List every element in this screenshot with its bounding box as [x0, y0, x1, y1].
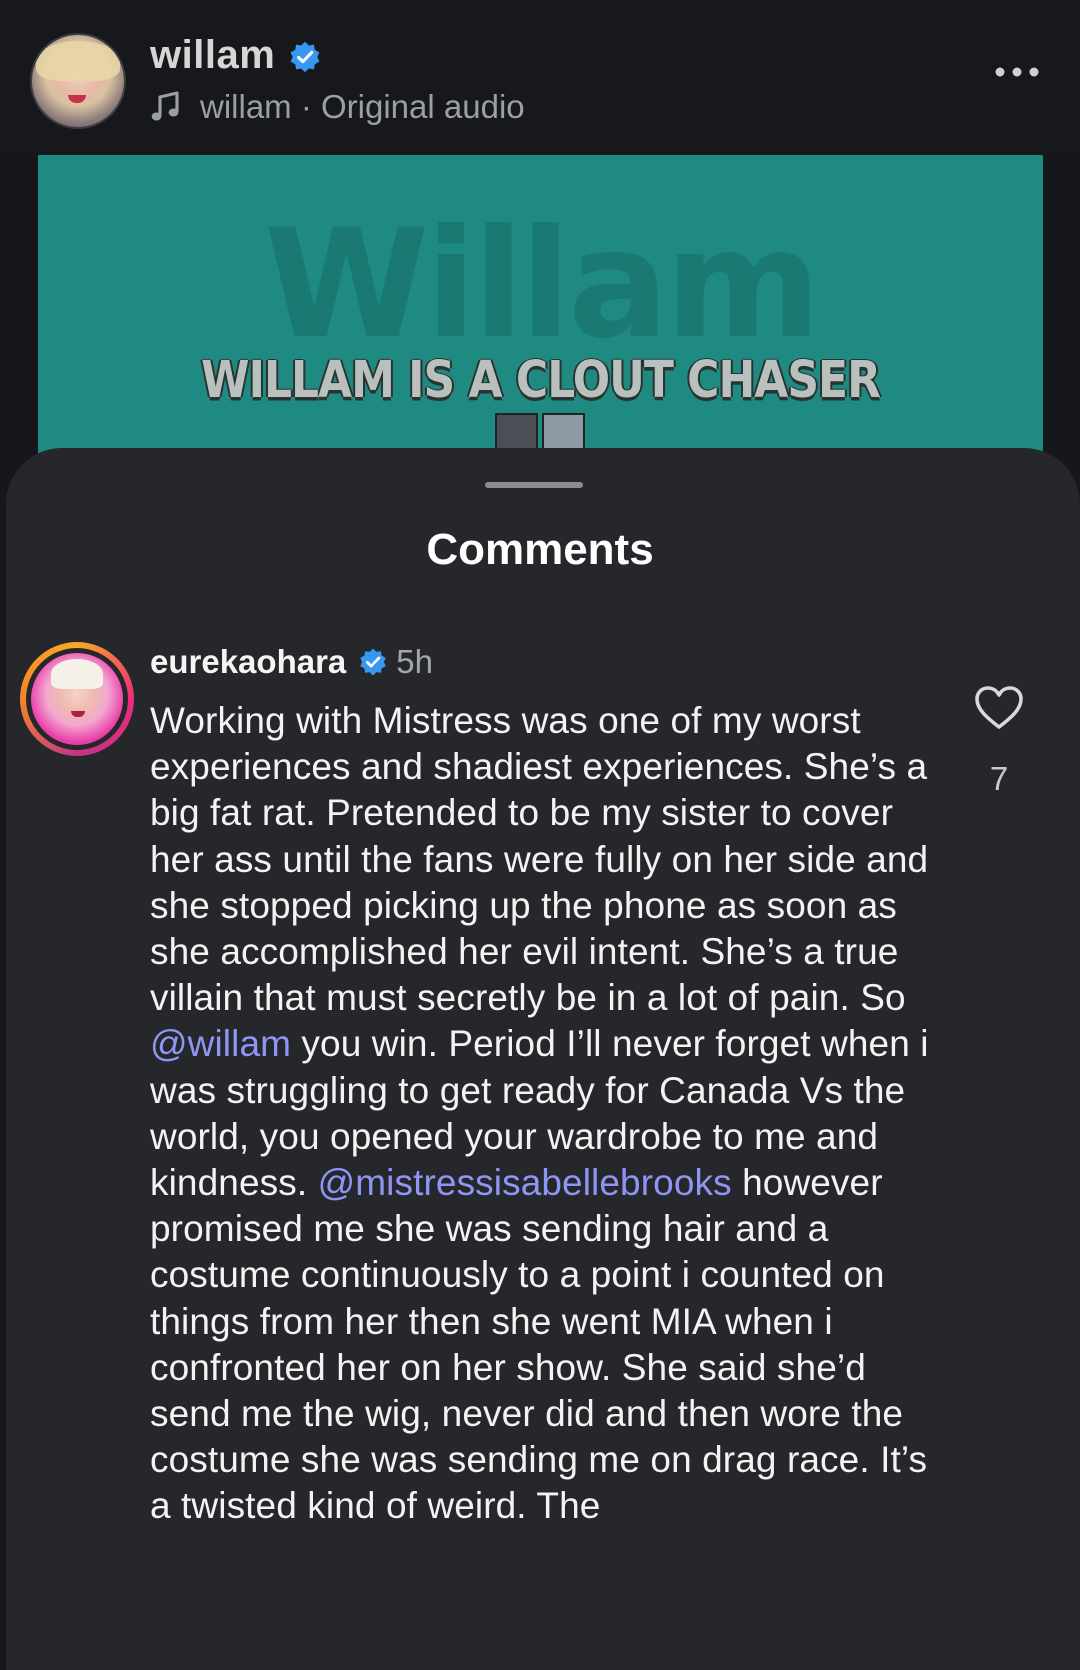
avatar-lips: [71, 711, 85, 717]
author-username[interactable]: willam: [150, 33, 275, 78]
audio-info[interactable]: willam · Original audio: [150, 88, 525, 126]
comment-header: eurekaohara 5h: [150, 643, 433, 681]
verified-badge-icon: [360, 648, 387, 676]
comment-text-segment: Working with Mistress was one of my wors…: [150, 700, 929, 1019]
mention-link[interactable]: @mistressisabellebrooks: [318, 1162, 732, 1203]
comment-time: 5h: [396, 643, 433, 680]
reel-screen: willam willam · Original audio Willam WI…: [0, 0, 1080, 1670]
comments-title: Comments: [426, 525, 654, 574]
comment-text-segment: however promised me she was sending hair…: [150, 1162, 928, 1527]
commenter-avatar[interactable]: [20, 642, 134, 756]
comment-text: Working with Mistress was one of my wors…: [150, 698, 940, 1530]
heart-icon[interactable]: [974, 685, 1024, 731]
avatar-photo: [31, 653, 123, 745]
audio-label: Original audio: [321, 88, 525, 125]
avatar-hair: [36, 41, 120, 81]
video-overlay-title: Willam: [263, 198, 821, 372]
reel-header: willam willam · Original audio: [0, 0, 1080, 155]
avatar[interactable]: [30, 33, 126, 129]
avatar-mouth: [68, 95, 86, 103]
more-options-icon[interactable]: [994, 62, 1040, 82]
audio-author: willam: [200, 88, 292, 125]
music-note-icon: [151, 91, 179, 121]
sheet-drag-handle[interactable]: [485, 482, 583, 488]
reel-video[interactable]: Willam WILLAM IS A CLOUT CHASER: [38, 155, 1043, 485]
mention-link[interactable]: @willam: [150, 1023, 291, 1064]
audio-separator: ·: [291, 88, 321, 125]
like-count: 7: [989, 760, 1009, 797]
verified-badge-icon: [290, 41, 320, 73]
avatar-hair: [51, 659, 103, 689]
video-overlay-caption: WILLAM IS A CLOUT CHASER: [201, 351, 881, 410]
commenter-username[interactable]: eurekaohara: [150, 643, 346, 681]
